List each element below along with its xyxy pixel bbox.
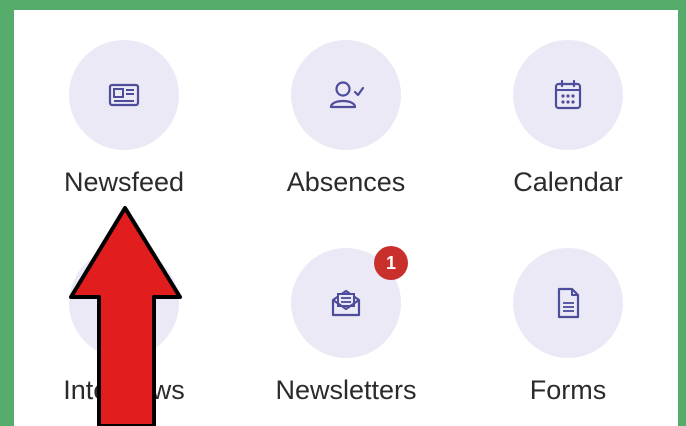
app-menu-grid: Newsfeed Absences Calendar 1 Newsletters…: [14, 10, 678, 426]
red-arrow-annotation: [69, 206, 182, 426]
